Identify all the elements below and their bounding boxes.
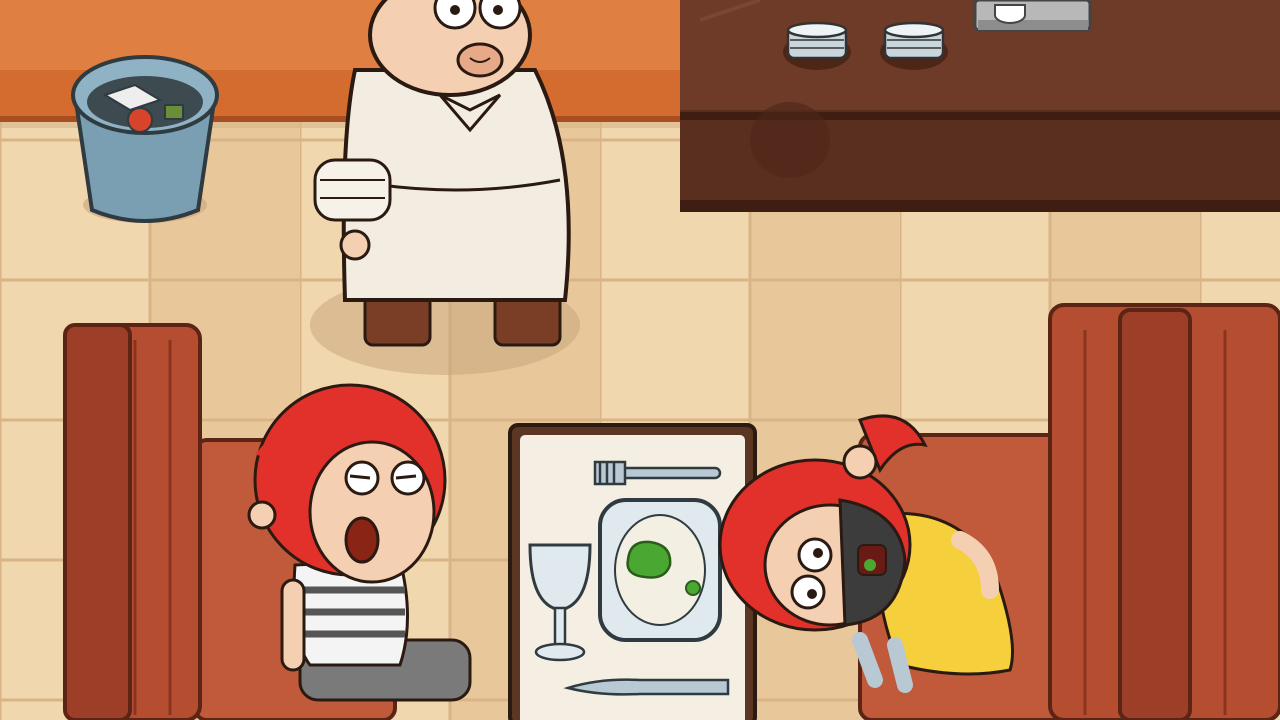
game-scene (0, 0, 1280, 720)
coffee-machine-icon[interactable] (973, 0, 1092, 32)
trash-bin-icon[interactable] (71, 55, 219, 223)
plate-with-green-food-icon[interactable] (598, 498, 722, 642)
counter[interactable] (680, 0, 1280, 212)
knife-icon[interactable] (563, 678, 730, 696)
